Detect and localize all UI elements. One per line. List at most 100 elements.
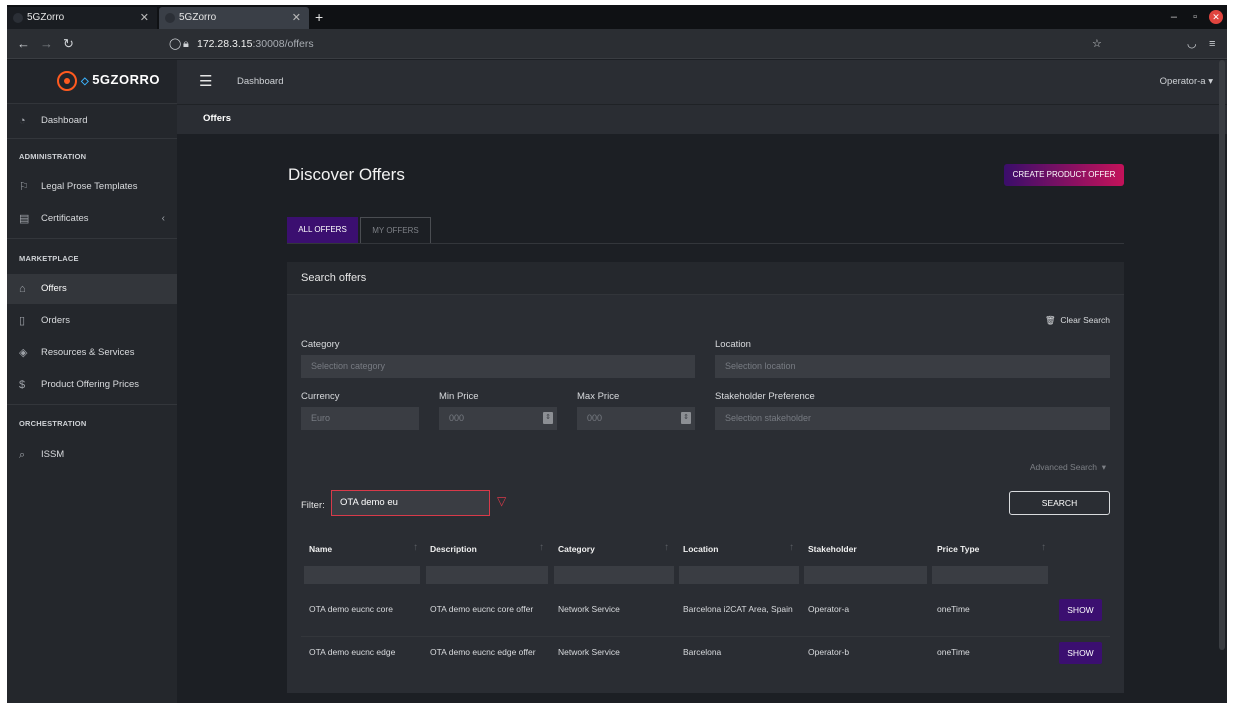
- column-header-stakeholder[interactable]: Stakeholder: [808, 544, 857, 554]
- pocket-icon[interactable]: ◡: [1187, 34, 1197, 54]
- paperclip-icon: ⌕: [19, 449, 26, 461]
- cell-description: OTA demo eucnc edge offer: [430, 647, 536, 657]
- browser-tab-active[interactable]: 5GZorro ✕: [159, 7, 309, 29]
- column-filter-stakeholder[interactable]: [804, 566, 927, 584]
- hamburger-menu-icon[interactable]: ☰: [199, 72, 212, 90]
- column-header-price-type[interactable]: Price Type: [937, 544, 979, 554]
- location-label: Location: [715, 339, 751, 350]
- browser-tab-title: 5GZorro: [27, 12, 65, 23]
- scrollbar[interactable]: [1219, 60, 1225, 650]
- sidebar-item-certificates[interactable]: ▤ Certificates ‹: [7, 204, 177, 234]
- sidebar-item-label: ISSM: [41, 449, 65, 460]
- stepper-icon[interactable]: ⇕: [543, 412, 553, 424]
- close-tab-icon[interactable]: ✕: [292, 7, 301, 29]
- sidebar-item-issm[interactable]: ⌕ ISSM: [7, 440, 177, 470]
- url-path: :30008/offers: [252, 38, 314, 50]
- chevron-left-icon: ‹: [161, 213, 165, 224]
- browser-tab[interactable]: 5GZorro ✕: [7, 7, 157, 29]
- sidebar-item-label: Legal Prose Templates: [41, 181, 138, 192]
- category-label: Category: [301, 339, 340, 350]
- maximize-icon[interactable]: ▫: [1193, 8, 1197, 26]
- cell-location: Barcelona i2CAT Area, Spain: [683, 604, 793, 614]
- app-window: 5GZorro ✕ 5GZorro ✕ + – ▫ ✕ ← → ↻ ◯ 🔒︎ 1…: [7, 5, 1227, 703]
- sidebar-item-label: Offers: [41, 283, 67, 294]
- sidebar-item-offers[interactable]: ⌂ Offers: [7, 274, 177, 304]
- cell-category: Network Service: [558, 647, 620, 657]
- cell-name: OTA demo eucnc core: [309, 604, 393, 614]
- menu-icon[interactable]: ≡: [1209, 34, 1215, 54]
- sort-arrow-icon[interactable]: ↑: [664, 542, 669, 553]
- reload-icon[interactable]: ↻: [63, 34, 74, 54]
- sort-arrow-icon[interactable]: ↑: [539, 542, 544, 553]
- sidebar-item-orders[interactable]: ▯ Orders: [7, 306, 177, 336]
- close-tab-icon[interactable]: ✕: [140, 7, 149, 29]
- brand[interactable]: ◇ 5GZORRO: [7, 60, 177, 104]
- browser-nav-bar: ← → ↻ ◯ 🔒︎ 172.28.3.15:30008/offers ☆ ◡ …: [7, 29, 1227, 59]
- show-button[interactable]: SHOW: [1059, 599, 1102, 621]
- cell-price-type: oneTime: [937, 604, 970, 614]
- currency-label: Currency: [301, 391, 340, 402]
- certificate-icon: ▤: [19, 213, 30, 225]
- sidebar-item-label: Product Offering Prices: [41, 379, 140, 390]
- search-panel: Search offers 🗑︎ Clear Search Category S…: [287, 262, 1124, 693]
- column-filter-name[interactable]: [304, 566, 420, 584]
- forward-icon[interactable]: →: [40, 34, 53, 54]
- stakeholder-select[interactable]: Selection stakeholder: [715, 407, 1110, 430]
- chevron-down-icon: ▾: [1101, 462, 1106, 472]
- bookmark-star-icon[interactable]: ☆: [1092, 33, 1102, 55]
- trash-icon: 🗑︎: [1044, 315, 1056, 325]
- sort-arrow-icon[interactable]: ↑: [789, 542, 794, 553]
- shield-icon[interactable]: ◯: [169, 33, 181, 55]
- header-dashboard-link[interactable]: Dashboard: [237, 76, 283, 87]
- clear-search-button[interactable]: 🗑︎ Clear Search: [1045, 315, 1110, 326]
- filter-icon[interactable]: ▽: [497, 494, 506, 508]
- show-button[interactable]: SHOW: [1059, 642, 1102, 664]
- minimize-icon[interactable]: –: [1171, 8, 1177, 26]
- sidebar-item-resources-services[interactable]: ◈ Resources & Services: [7, 338, 177, 368]
- category-select[interactable]: Selection category: [301, 355, 695, 378]
- column-filter-location[interactable]: [679, 566, 799, 584]
- filter-label: Filter:: [301, 500, 325, 511]
- cell-stakeholder: Operator-b: [808, 647, 850, 657]
- close-window-icon[interactable]: ✕: [1209, 10, 1223, 24]
- search-button[interactable]: SEARCH: [1009, 491, 1110, 515]
- section-administration: ADMINISTRATION: [19, 152, 87, 161]
- advanced-search-toggle[interactable]: Advanced Search ▾: [1030, 462, 1106, 473]
- sidebar-item-label: Certificates: [41, 213, 89, 224]
- breadcrumb: Offers: [177, 104, 1227, 134]
- sort-arrow-icon[interactable]: ↑: [1041, 542, 1046, 553]
- user-menu[interactable]: Operator-a ▾: [1160, 76, 1213, 87]
- sidebar: ◔ Dashboard ADMINISTRATION ⚐ Legal Prose…: [7, 104, 177, 703]
- column-filter-category[interactable]: [554, 566, 674, 584]
- divider: [7, 138, 177, 139]
- column-header-category[interactable]: Category: [558, 544, 595, 554]
- tab-all-offers[interactable]: ALL OFFERS: [287, 217, 358, 243]
- sort-arrow-icon[interactable]: ↑: [413, 542, 418, 553]
- cell-stakeholder: Operator-a: [808, 604, 850, 614]
- create-product-offer-button[interactable]: CREATE PRODUCT OFFER: [1004, 164, 1124, 186]
- sidebar-item-label: Orders: [41, 315, 71, 326]
- column-header-name[interactable]: Name: [309, 544, 332, 554]
- stepper-icon[interactable]: ⇕: [681, 412, 691, 424]
- divider: [301, 636, 1110, 637]
- cell-description: OTA demo eucnc core offer: [430, 604, 534, 614]
- filter-input[interactable]: OTA demo eu: [331, 490, 490, 516]
- back-icon[interactable]: ←: [17, 34, 30, 54]
- column-filter-price-type[interactable]: [932, 566, 1048, 584]
- max-price-input[interactable]: 000 ⇕: [577, 407, 695, 430]
- column-header-description[interactable]: Description: [430, 544, 477, 554]
- sidebar-item-product-offering-prices[interactable]: $ Product Offering Prices: [7, 370, 177, 400]
- breadcrumb-current: Offers: [203, 113, 231, 124]
- sidebar-item-dashboard[interactable]: ◔ Dashboard: [7, 106, 177, 136]
- location-select[interactable]: Selection location: [715, 355, 1110, 378]
- lock-icon[interactable]: 🔒︎: [183, 33, 189, 55]
- sidebar-item-legal-prose-templates[interactable]: ⚐ Legal Prose Templates: [7, 172, 177, 202]
- new-tab-icon[interactable]: +: [315, 7, 323, 27]
- currency-select[interactable]: Euro: [301, 407, 419, 430]
- section-marketplace: MARKETPLACE: [19, 254, 79, 263]
- tab-my-offers[interactable]: MY OFFERS: [360, 217, 431, 243]
- column-header-location[interactable]: Location: [683, 544, 718, 554]
- url-bar[interactable]: ◯ 🔒︎ 172.28.3.15:30008/offers ☆: [157, 33, 1227, 55]
- column-filter-description[interactable]: [426, 566, 548, 584]
- min-price-input[interactable]: 000 ⇕: [439, 407, 557, 430]
